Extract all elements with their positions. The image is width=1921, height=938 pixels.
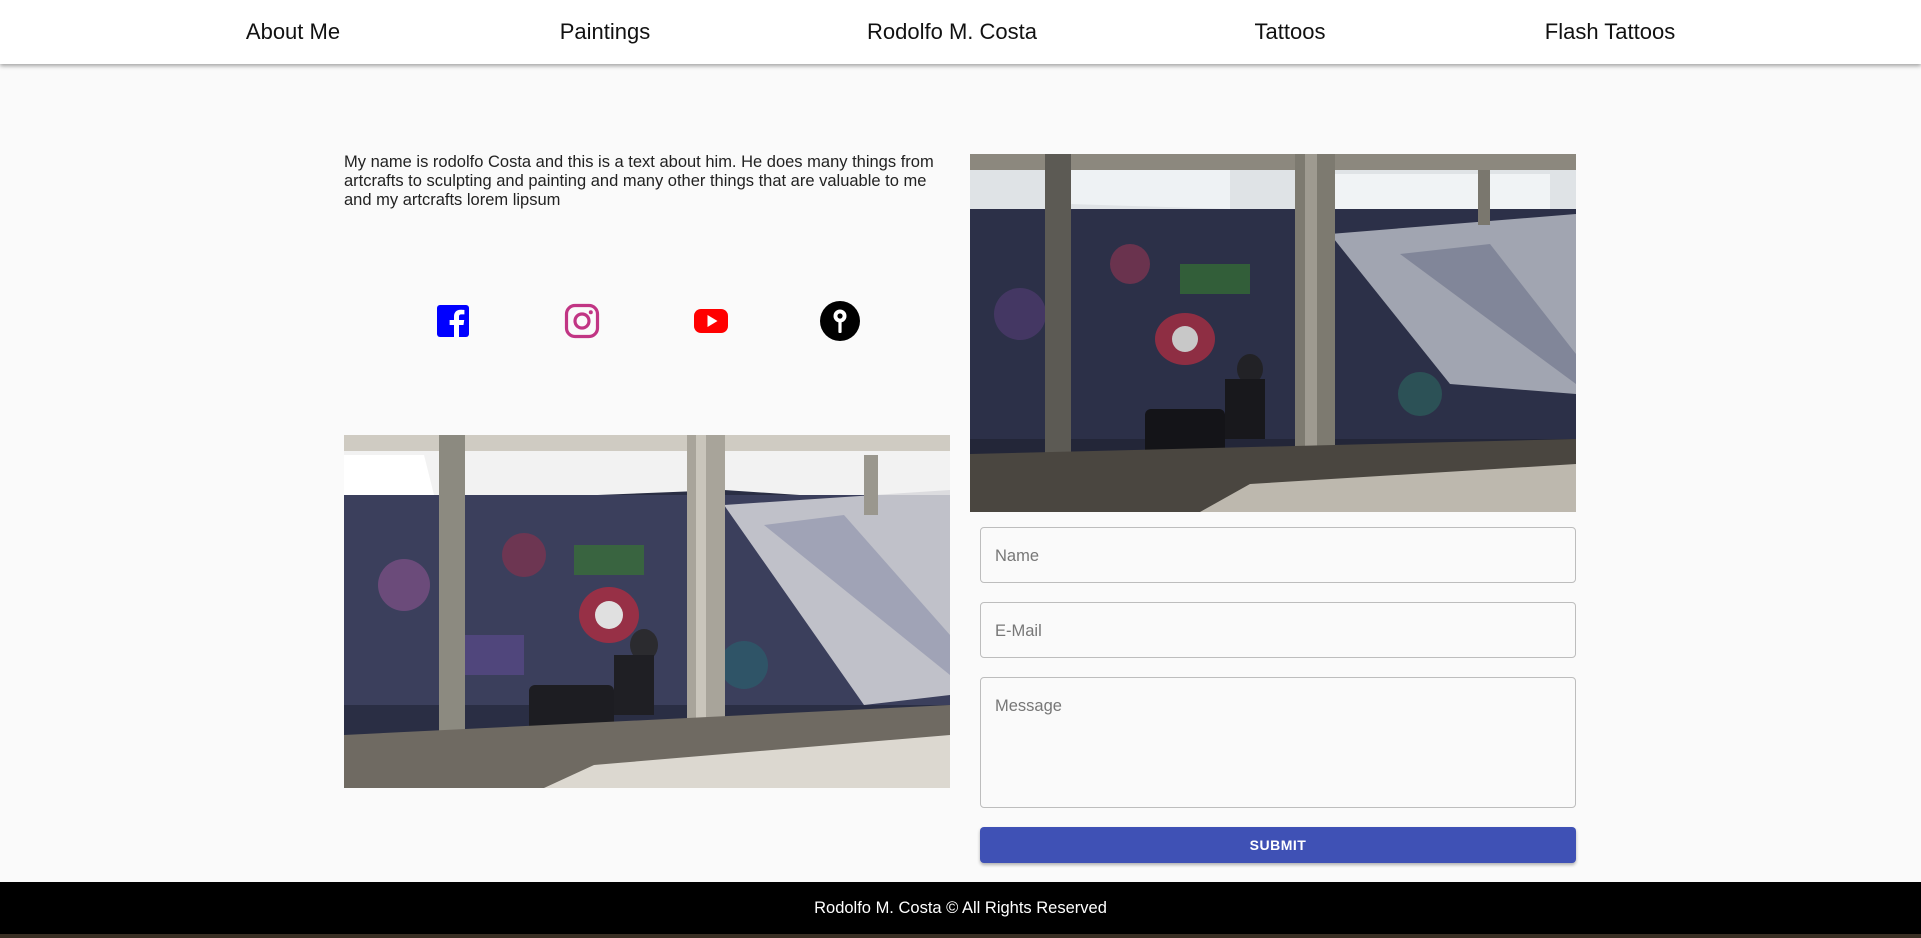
youtube-link[interactable] (690, 300, 732, 342)
facebook-link[interactable] (432, 300, 474, 342)
nav-tattoos[interactable]: Tattoos (1255, 0, 1326, 64)
name-placeholder: Name (995, 547, 1040, 565)
email-field[interactable]: E-Mail (980, 602, 1576, 658)
instagram-link[interactable] (561, 300, 603, 342)
email-placeholder: E-Mail (995, 622, 1042, 640)
graffiti-photo-left (344, 435, 950, 788)
nav-paintings[interactable]: Paintings (560, 0, 651, 64)
message-placeholder: Message (995, 697, 1062, 715)
footer: Rodolfo M. Costa © All Rights Reserved (0, 882, 1921, 934)
nav-brand-name[interactable]: Rodolfo M. Costa (867, 0, 1037, 64)
youtube-icon (694, 309, 728, 333)
nav-about-me[interactable]: About Me (246, 0, 340, 64)
nav-flash-tattoos[interactable]: Flash Tattoos (1545, 0, 1675, 64)
submit-button[interactable]: SUBMIT (980, 827, 1576, 863)
footer-copyright: Rodolfo M. Costa © All Rights Reserved (814, 899, 1107, 917)
footer-edge-strip (0, 934, 1921, 938)
top-navigation: About Me Paintings Rodolfo M. Costa Tatt… (0, 0, 1921, 64)
name-field[interactable]: Name (980, 527, 1576, 583)
map-pin-icon (820, 301, 860, 341)
map-link[interactable] (819, 300, 861, 342)
facebook-icon (437, 305, 469, 337)
instagram-icon (564, 303, 600, 339)
about-text: My name is rodolfo Costa and this is a t… (344, 153, 934, 209)
message-field[interactable]: Message (980, 677, 1576, 808)
graffiti-photo-right (970, 154, 1576, 512)
